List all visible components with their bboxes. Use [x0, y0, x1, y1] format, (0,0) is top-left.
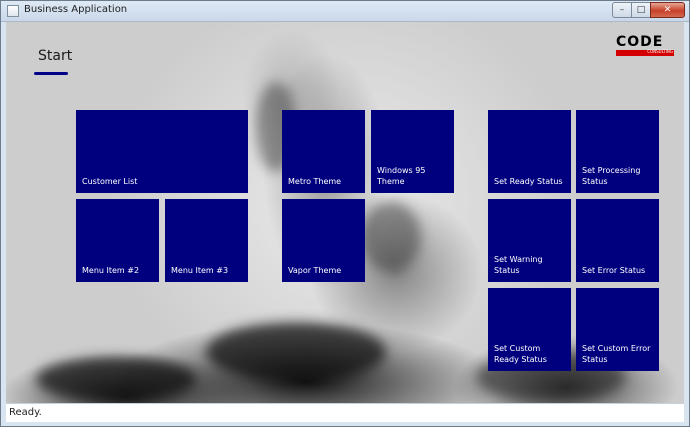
tile-menu-item-3[interactable]: Menu Item #3 — [165, 199, 248, 282]
tile-label: Windows 95 Theme — [377, 166, 426, 186]
smoke-decoration — [206, 322, 386, 382]
tile-menu-item-2[interactable]: Menu Item #2 — [76, 199, 159, 282]
tile-set-warning-status[interactable]: Set Warning Status — [488, 199, 571, 282]
application-window: Business Application – □ ✕ Start CODE CO… — [0, 0, 690, 427]
tile-label: Metro Theme — [288, 177, 342, 186]
app-icon[interactable] — [7, 5, 19, 17]
logo-subtitle: CONSULTING — [647, 49, 673, 54]
minimize-button[interactable]: – — [612, 2, 632, 18]
status-text: Ready. — [9, 407, 42, 418]
status-bar: Ready. — [6, 403, 684, 422]
tile-metro-theme[interactable]: Metro Theme — [282, 110, 365, 193]
tile-label: Set Warning Status — [494, 255, 543, 275]
logo-wordmark: CODE — [616, 34, 664, 50]
page-title: Start — [38, 48, 73, 64]
tile-label: Customer List — [82, 177, 138, 186]
tile-label: Vapor Theme — [288, 266, 342, 275]
tile-label: Set Processing Status — [582, 166, 641, 186]
window-title: Business Application — [24, 4, 128, 15]
company-logo: CODE CONSULTING — [616, 34, 674, 56]
tile-set-error-status[interactable]: Set Error Status — [576, 199, 659, 282]
tile-set-processing-status[interactable]: Set Processing Status — [576, 110, 659, 193]
tile-label: Menu Item #3 — [171, 266, 229, 275]
tile-label: Set Error Status — [582, 266, 646, 275]
title-bar[interactable]: Business Application – □ ✕ — [1, 1, 689, 22]
tile-set-custom-error-status[interactable]: Set Custom Error Status — [576, 288, 659, 371]
smoke-decoration — [361, 202, 421, 272]
tile-customer-list[interactable]: Customer List — [76, 110, 248, 193]
maximize-button[interactable]: □ — [631, 2, 651, 18]
tile-windows-95-theme[interactable]: Windows 95 Theme — [371, 110, 454, 193]
start-screen: Start CODE CONSULTING Customer List Menu… — [6, 22, 684, 403]
close-button[interactable]: ✕ — [650, 2, 685, 18]
tile-label: Set Custom Ready Status — [494, 344, 547, 364]
tile-label: Menu Item #2 — [82, 266, 140, 275]
tile-set-custom-ready-status[interactable]: Set Custom Ready Status — [488, 288, 571, 371]
tile-vapor-theme[interactable]: Vapor Theme — [282, 199, 365, 282]
tile-set-ready-status[interactable]: Set Ready Status — [488, 110, 571, 193]
smoke-decoration — [36, 357, 196, 402]
tile-label: Set Ready Status — [494, 177, 563, 186]
page-title-underline — [34, 72, 68, 75]
tile-label: Set Custom Error Status — [582, 344, 651, 364]
